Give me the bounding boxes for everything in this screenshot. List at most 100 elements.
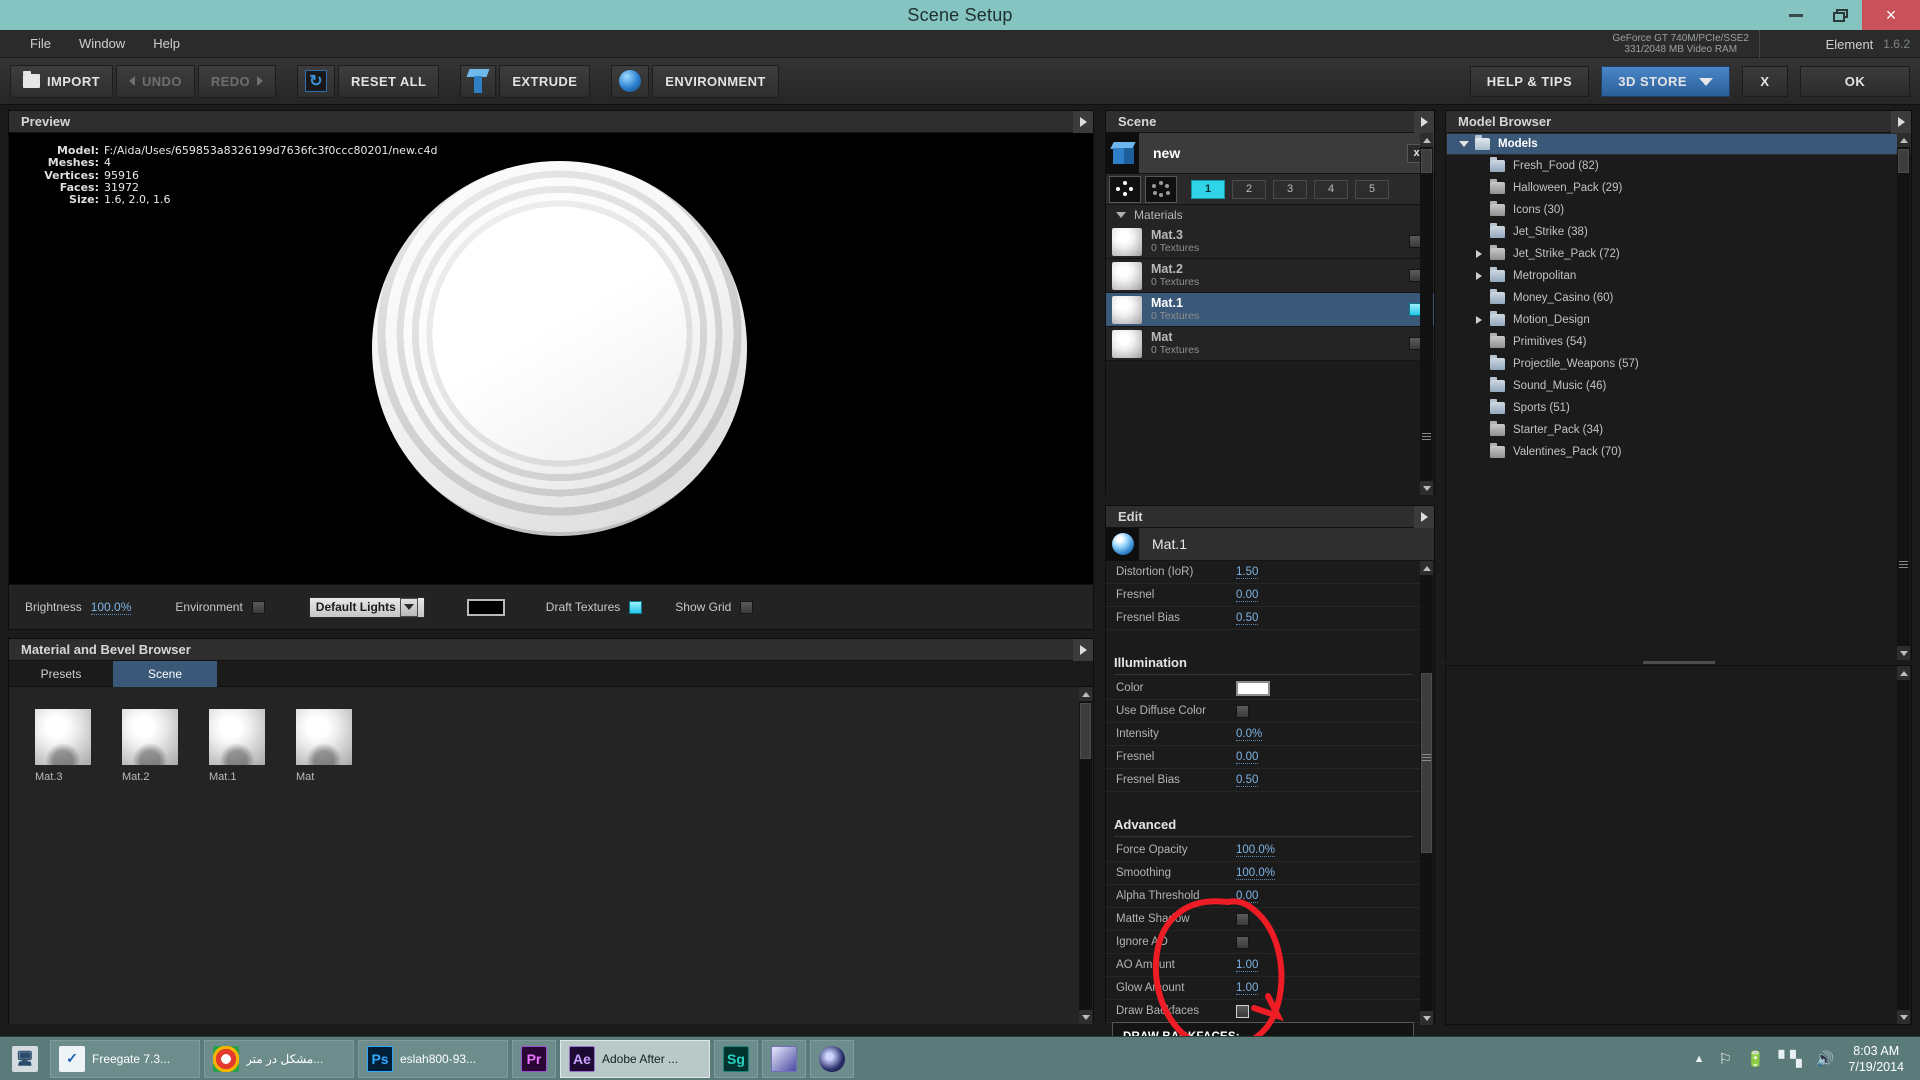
property-value[interactable]: 0.00 xyxy=(1236,751,1258,764)
edit-expand-button[interactable] xyxy=(1414,506,1434,528)
tree-node-folder[interactable]: Sports (51) xyxy=(1446,397,1911,419)
taskbar-item-gradient-app[interactable] xyxy=(762,1040,806,1078)
scene-expand-button[interactable] xyxy=(1414,111,1434,133)
scrollbar-thumb[interactable] xyxy=(1421,673,1432,853)
scroll-up-button[interactable] xyxy=(1420,561,1433,575)
material-list-row[interactable]: Mat.2 0 Textures xyxy=(1106,259,1434,293)
show-grid-checkbox[interactable] xyxy=(740,601,753,614)
property-row-illum-fresnel-bias[interactable]: Fresnel Bias 0.50 xyxy=(1106,769,1421,792)
flag-icon[interactable]: ⚐ xyxy=(1718,1050,1731,1068)
use-diffuse-color-checkbox[interactable] xyxy=(1236,705,1249,718)
scroll-down-button[interactable] xyxy=(1897,1010,1910,1024)
tree-node-folder[interactable]: Jet_Strike (38) xyxy=(1446,221,1911,243)
expand-toggle[interactable] xyxy=(1468,250,1490,258)
taskbar-item-photoshop[interactable]: Ps eslah800-93... xyxy=(358,1040,508,1078)
reset-all-button[interactable]: RESET ALL xyxy=(338,65,439,98)
color-swatch[interactable] xyxy=(1236,681,1270,696)
property-row-alpha-threshold[interactable]: Alpha Threshold 0.00 xyxy=(1106,885,1421,908)
matte-shadow-checkbox[interactable] xyxy=(1236,913,1249,926)
tree-node-folder[interactable]: Projectile_Weapons (57) xyxy=(1446,353,1911,375)
scrollbar-grip[interactable] xyxy=(1422,433,1431,440)
material-list-row[interactable]: Mat 0 Textures xyxy=(1106,327,1434,361)
scene-group-tab-4[interactable]: 4 xyxy=(1314,180,1348,199)
ignore-ao-checkbox[interactable] xyxy=(1236,936,1249,949)
taskbar-item-freegate[interactable]: ✓ Freegate 7.3... xyxy=(50,1040,200,1078)
network-icon[interactable]: ▘▚ xyxy=(1779,1050,1802,1068)
tree-node-folder[interactable]: Jet_Strike_Pack (72) xyxy=(1446,243,1911,265)
material-thumb-item[interactable]: Mat.1 xyxy=(209,709,265,783)
scene-animation-button[interactable] xyxy=(1145,176,1177,203)
property-row-intensity[interactable]: Intensity 0.0% xyxy=(1106,723,1421,746)
property-row-fresnel-bias[interactable]: Fresnel Bias 0.50 xyxy=(1106,607,1421,630)
scroll-up-button[interactable] xyxy=(1079,687,1092,701)
material-list-row[interactable]: Mat.3 0 Textures xyxy=(1106,225,1434,259)
scroll-down-button[interactable] xyxy=(1420,1011,1433,1025)
material-list-row-selected[interactable]: Mat.1 0 Textures xyxy=(1106,293,1434,327)
property-value[interactable]: 0.50 xyxy=(1236,774,1258,787)
taskbar-item-element[interactable] xyxy=(810,1040,854,1078)
scene-hierarchy-button[interactable] xyxy=(1109,176,1141,203)
tree-node-folder[interactable]: Fresh_Food (82) xyxy=(1446,155,1911,177)
scrollbar-thumb[interactable] xyxy=(1898,149,1909,173)
materials-group-header[interactable]: Materials xyxy=(1106,205,1434,225)
environment-checkbox[interactable] xyxy=(252,601,265,614)
tree-node-models[interactable]: Models xyxy=(1446,133,1911,155)
tree-node-folder[interactable]: Valentines_Pack (70) xyxy=(1446,441,1911,463)
scene-scrollbar[interactable] xyxy=(1420,133,1433,495)
property-row-illum-fresnel[interactable]: Fresnel 0.00 xyxy=(1106,746,1421,769)
menu-item-file[interactable]: File xyxy=(16,33,65,54)
tree-node-folder[interactable]: Icons (30) xyxy=(1446,199,1911,221)
scene-group-tab-5[interactable]: 5 xyxy=(1355,180,1389,199)
edit-scrollbar[interactable] xyxy=(1420,561,1433,1025)
draft-textures-checkbox[interactable] xyxy=(629,601,642,614)
close-button[interactable]: × xyxy=(1862,0,1920,30)
preview-viewport[interactable]: Model:F:/Aida/Uses/659853a8326199d7636fc… xyxy=(9,133,1093,585)
help-tips-button[interactable]: HELP & TIPS xyxy=(1470,66,1589,97)
property-value[interactable]: 0.50 xyxy=(1236,612,1258,625)
show-hidden-icons-button[interactable]: ▲ xyxy=(1694,1053,1705,1065)
property-row-fresnel[interactable]: Fresnel 0.00 xyxy=(1106,584,1421,607)
tree-node-folder[interactable]: Primitives (54) xyxy=(1446,331,1911,353)
3d-store-button[interactable]: 3D STORE xyxy=(1601,66,1730,97)
scroll-up-button[interactable] xyxy=(1420,133,1433,147)
extrude-icon-button[interactable] xyxy=(460,65,496,98)
property-value[interactable]: 100.0% xyxy=(1236,867,1275,880)
expand-toggle[interactable] xyxy=(1468,316,1490,324)
property-value[interactable]: 1.00 xyxy=(1236,959,1258,972)
scroll-down-button[interactable] xyxy=(1420,481,1433,495)
taskbar-item-premiere[interactable]: Pr xyxy=(512,1040,556,1078)
property-row-draw-backfaces[interactable]: Draw Backfaces xyxy=(1106,1000,1421,1023)
scene-object-row[interactable]: new x xyxy=(1106,133,1434,174)
scrollbar-thumb[interactable] xyxy=(1421,149,1432,173)
ok-button[interactable]: OK xyxy=(1800,66,1910,97)
material-thumb-item[interactable]: Mat.3 xyxy=(35,709,91,783)
property-row-ignore-ao[interactable]: Ignore AO xyxy=(1106,931,1421,954)
tree-node-folder[interactable]: Halloween_Pack (29) xyxy=(1446,177,1911,199)
tree-node-folder[interactable]: Sound_Music (46) xyxy=(1446,375,1911,397)
scroll-down-button[interactable] xyxy=(1079,1010,1092,1024)
clock[interactable]: 8:03 AM 7/19/2014 xyxy=(1848,1043,1904,1075)
model-browser-expand-button[interactable] xyxy=(1891,111,1911,133)
scene-group-tab-3[interactable]: 3 xyxy=(1273,180,1307,199)
3d-model-plate[interactable] xyxy=(372,161,747,536)
scene-group-tab-1[interactable]: 1 xyxy=(1191,180,1225,199)
expand-toggle[interactable] xyxy=(1468,272,1490,280)
scroll-up-button[interactable] xyxy=(1897,666,1910,680)
property-row-force-opacity[interactable]: Force Opacity 100.0% xyxy=(1106,839,1421,862)
taskbar-item-aftereffects[interactable]: Ae Adobe After ... xyxy=(560,1040,710,1078)
battery-icon[interactable]: 🔋 xyxy=(1746,1050,1765,1068)
model-browser-scrollbar[interactable] xyxy=(1897,133,1910,660)
preview-expand-button[interactable] xyxy=(1073,111,1093,133)
material-thumb-item[interactable]: Mat xyxy=(296,709,352,783)
tree-node-folder[interactable]: Money_Casino (60) xyxy=(1446,287,1911,309)
tree-node-folder[interactable]: Motion_Design xyxy=(1446,309,1911,331)
tab-presets[interactable]: Presets xyxy=(9,661,113,687)
scene-group-tab-2[interactable]: 2 xyxy=(1232,180,1266,199)
property-value[interactable]: 100.0% xyxy=(1236,844,1275,857)
taskbar-item-speedgrade[interactable]: Sg xyxy=(714,1040,758,1078)
property-value[interactable]: 1.00 xyxy=(1236,982,1258,995)
menu-item-window[interactable]: Window xyxy=(65,33,139,54)
property-value[interactable]: 0.0% xyxy=(1236,728,1262,741)
environment-icon-button[interactable] xyxy=(611,65,649,98)
expand-toggle[interactable] xyxy=(1453,141,1475,147)
